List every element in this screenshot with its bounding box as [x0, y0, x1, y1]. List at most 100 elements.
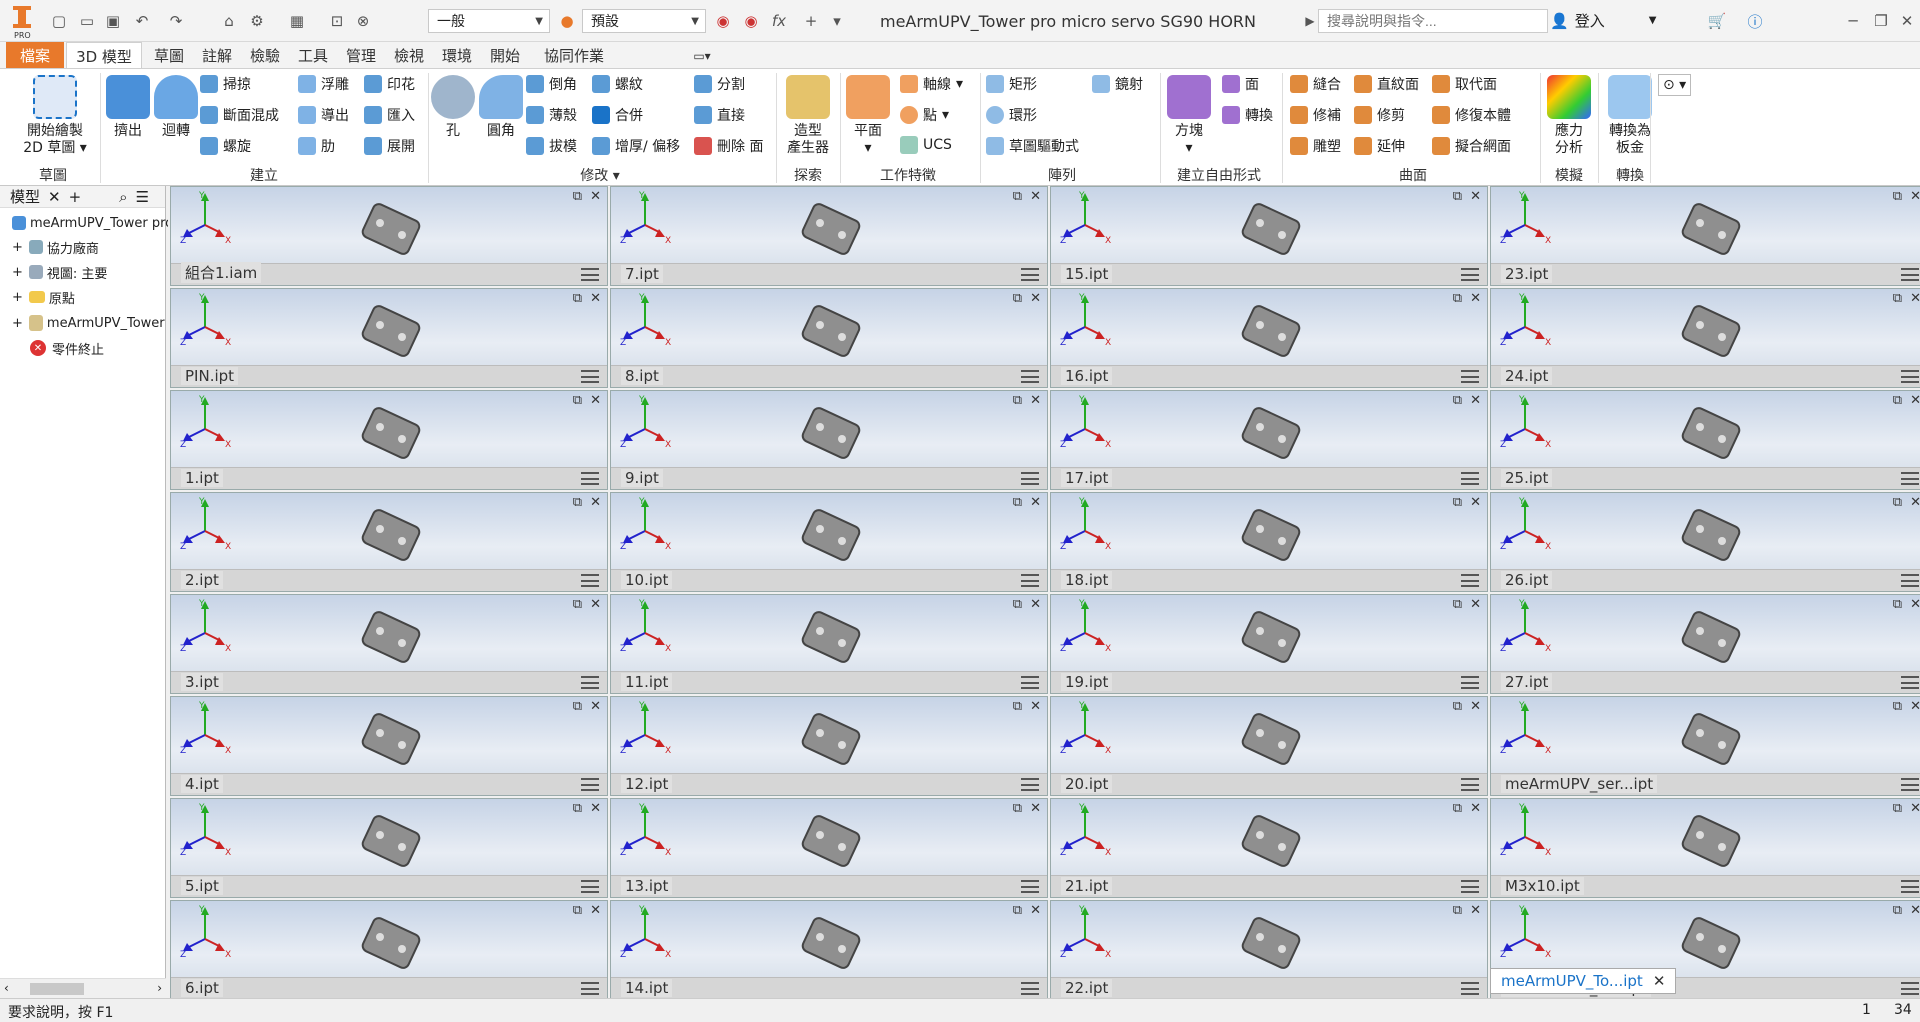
- document-window[interactable]: Y Z X ⧉ ✕ 22.ipt: [1050, 900, 1488, 998]
- plane-button[interactable]: 平面 ▾: [844, 75, 892, 157]
- menu-icon[interactable]: [1461, 778, 1479, 791]
- document-window[interactable]: Y Z X ⧉ ✕ M3x10.ipt: [1490, 798, 1920, 898]
- ribbon-options-button[interactable]: ⊙ ▾: [1658, 74, 1692, 96]
- document-window[interactable]: Y Z X ⧉ ✕ 12.ipt: [610, 696, 1048, 796]
- menu-icon[interactable]: [581, 676, 599, 689]
- qat-menu-icon[interactable]: ▾: [826, 10, 848, 32]
- ruled-surface-button[interactable]: 直紋面: [1354, 74, 1419, 94]
- document-window[interactable]: Y Z X ⧉ ✕ 23.ipt: [1490, 186, 1920, 286]
- menu-icon[interactable]: [1021, 880, 1039, 893]
- close-icon[interactable]: ✕: [1470, 495, 1481, 510]
- restore-icon[interactable]: ❐: [1870, 10, 1892, 32]
- close-icon[interactable]: ✕: [590, 393, 601, 408]
- document-window[interactable]: Y Z X ⧉ ✕ 13.ipt: [610, 798, 1048, 898]
- freeform-face-button[interactable]: 面: [1222, 74, 1259, 94]
- maximize-icon[interactable]: ⧉: [573, 597, 582, 612]
- sweep-button[interactable]: 掃掠: [200, 74, 251, 94]
- menu-icon[interactable]: [581, 880, 599, 893]
- menu-icon[interactable]: [1021, 472, 1039, 485]
- freeform-box-button[interactable]: 方塊 ▾: [1164, 75, 1214, 157]
- new-icon[interactable]: ▢: [48, 10, 70, 32]
- close-icon[interactable]: ✕: [1910, 597, 1920, 612]
- fit-mesh-face-button[interactable]: 擬合網面: [1432, 136, 1511, 156]
- document-window[interactable]: Y Z X ⧉ ✕ 8.ipt: [610, 288, 1048, 388]
- menu-icon[interactable]: [1901, 472, 1919, 485]
- shape-generator-button[interactable]: 造型 產生器: [780, 75, 836, 157]
- menu-icon[interactable]: ☰: [136, 188, 149, 206]
- scrollbar-thumb[interactable]: [30, 983, 84, 995]
- document-window[interactable]: Y Z X ⧉ ✕ meArmUPV_ser...ipt: [1490, 696, 1920, 796]
- patch-button[interactable]: 修補: [1290, 105, 1341, 125]
- thread-button[interactable]: 螺紋: [592, 74, 643, 94]
- close-icon[interactable]: ✕: [1030, 189, 1041, 204]
- style-dropdown[interactable]: 一般 ▼: [428, 9, 550, 33]
- extend-button[interactable]: 延伸: [1354, 136, 1405, 156]
- tab-environments[interactable]: 環境: [436, 42, 478, 69]
- document-window[interactable]: Y Z X ⧉ ✕ 15.ipt: [1050, 186, 1488, 286]
- group-modify[interactable]: 修改 ▾: [430, 165, 770, 185]
- menu-icon[interactable]: [1461, 472, 1479, 485]
- ucs-button[interactable]: UCS: [900, 136, 952, 154]
- close-icon[interactable]: ✕: [1470, 597, 1481, 612]
- document-window[interactable]: Y Z X ⧉ ✕ 3.ipt: [170, 594, 608, 694]
- panel-toggle-icon[interactable]: ▭▾: [682, 42, 722, 69]
- replace-face-button[interactable]: 取代面: [1432, 74, 1497, 94]
- tab-3d-model[interactable]: 3D 模型: [66, 42, 142, 69]
- home-icon[interactable]: ⌂: [218, 10, 240, 32]
- tab-get-started[interactable]: 開始: [484, 42, 526, 69]
- tab-annotate[interactable]: 註解: [196, 42, 238, 69]
- color-icon[interactable]: ●: [556, 10, 578, 32]
- menu-icon[interactable]: [1901, 982, 1919, 995]
- maximize-icon[interactable]: ⧉: [1893, 495, 1902, 510]
- close-icon[interactable]: ✕: [1030, 699, 1041, 714]
- menu-icon[interactable]: [581, 472, 599, 485]
- stitch-button[interactable]: 縫合: [1290, 74, 1341, 94]
- maximize-icon[interactable]: ⧉: [1013, 291, 1022, 306]
- maximize-icon[interactable]: ⧉: [1453, 189, 1462, 204]
- document-window[interactable]: Y Z X ⧉ ✕ 26.ipt: [1490, 492, 1920, 592]
- close-icon[interactable]: ✕: [1910, 291, 1920, 306]
- close-icon[interactable]: ✕: [590, 291, 601, 306]
- document-window[interactable]: Y Z X ⧉ ✕ 9.ipt: [610, 390, 1048, 490]
- active-document-tab[interactable]: meArmUPV_To...ipt ✕: [1490, 968, 1676, 994]
- emboss-button[interactable]: 浮雕: [298, 74, 349, 94]
- close-icon[interactable]: ✕: [1030, 495, 1041, 510]
- document-window[interactable]: Y Z X ⧉ ✕ 組合1.iam: [170, 186, 608, 286]
- maximize-icon[interactable]: ⧉: [573, 189, 582, 204]
- document-window[interactable]: Y Z X ⧉ ✕ 4.ipt: [170, 696, 608, 796]
- tab-tools[interactable]: 工具: [292, 42, 334, 69]
- document-window[interactable]: Y Z X ⧉ ✕ 10.ipt: [610, 492, 1048, 592]
- menu-icon[interactable]: [581, 370, 599, 383]
- help-icon[interactable]: ⓘ: [1742, 10, 1768, 32]
- search-input[interactable]: [1318, 9, 1548, 33]
- chevron-right-icon[interactable]: ›: [157, 981, 162, 995]
- close-icon[interactable]: ✕: [1470, 699, 1481, 714]
- maximize-icon[interactable]: ⧉: [1893, 903, 1902, 918]
- close-icon[interactable]: ✕: [1910, 393, 1920, 408]
- point-button[interactable]: 點 ▾: [900, 105, 949, 125]
- appearance-dropdown[interactable]: 預設 ▼: [582, 9, 706, 33]
- menu-icon[interactable]: [1021, 676, 1039, 689]
- close-icon[interactable]: ✕: [590, 699, 601, 714]
- close-icon[interactable]: ✕: [1030, 393, 1041, 408]
- tree-item-third-party[interactable]: + 協力廠商: [12, 236, 178, 258]
- menu-icon[interactable]: [1461, 880, 1479, 893]
- tree-item-root[interactable]: meArmUPV_Tower pro: [12, 212, 178, 234]
- document-window[interactable]: Y Z X ⧉ ✕ PIN.ipt: [170, 288, 608, 388]
- tab-inspect[interactable]: 檢驗: [244, 42, 286, 69]
- document-window[interactable]: Y Z X ⧉ ✕ 7.ipt: [610, 186, 1048, 286]
- thicken-offset-button[interactable]: 增厚/ 偏移: [592, 136, 680, 156]
- maximize-icon[interactable]: ⧉: [1013, 189, 1022, 204]
- appearance-adjust-icon[interactable]: ◉: [712, 10, 734, 32]
- menu-icon[interactable]: [1021, 370, 1039, 383]
- stress-analysis-button[interactable]: 應力 分析: [1544, 75, 1594, 157]
- document-window[interactable]: Y Z X ⧉ ✕ 27.ipt: [1490, 594, 1920, 694]
- menu-icon[interactable]: [1021, 982, 1039, 995]
- menu-icon[interactable]: [1901, 676, 1919, 689]
- tab-manage[interactable]: 管理: [340, 42, 382, 69]
- horizontal-scrollbar[interactable]: ‹ ›: [0, 978, 166, 998]
- close-icon[interactable]: ✕: [1910, 801, 1920, 816]
- chevron-right-icon[interactable]: ▶: [1304, 10, 1316, 32]
- freeform-convert-button[interactable]: 轉換: [1222, 105, 1273, 125]
- maximize-icon[interactable]: ⧉: [1893, 801, 1902, 816]
